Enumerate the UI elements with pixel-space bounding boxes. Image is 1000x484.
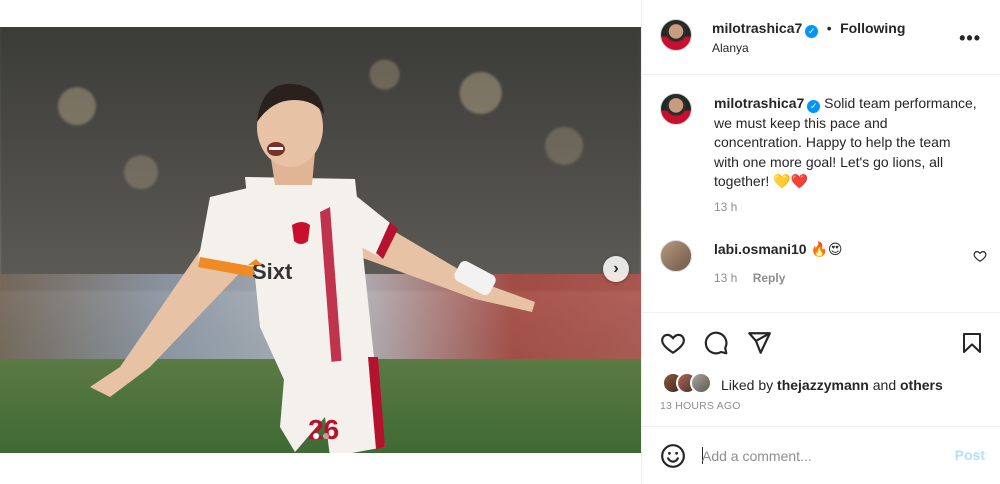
carousel-dot [312, 433, 319, 439]
post-header: milotrashica7 ✓ • Following Alanya ••• [642, 0, 1000, 75]
verified-badge-icon: ✓ [807, 100, 821, 113]
comment-time: 13 h [714, 271, 738, 285]
carousel-dot [322, 433, 329, 439]
carousel-indicator [0, 433, 641, 439]
instagram-post-modal: Sixt 26 › milotrashica7 ✓ • Following Al… [0, 0, 1000, 484]
add-comment-bar: Post [642, 426, 1000, 484]
comment-body: labi.osmani10 🔥😍 [714, 241, 843, 258]
celebrating-player: Sixt 26 [90, 83, 535, 453]
liker-avatar [690, 372, 712, 394]
separator-dot: • [826, 20, 832, 36]
post-location[interactable]: Alanya [712, 41, 749, 55]
like-heart-icon[interactable] [660, 330, 686, 356]
author-avatar[interactable] [660, 19, 692, 51]
post-side-panel: milotrashica7 ✓ • Following Alanya ••• mi… [641, 0, 1000, 484]
author-username[interactable]: milotrashica7 [712, 20, 802, 36]
post-photo[interactable]: Sixt 26 › [0, 27, 641, 453]
comment-meta: 13 h Reply [714, 271, 785, 285]
following-button[interactable]: Following [840, 20, 905, 36]
reply-button[interactable]: Reply [753, 271, 786, 285]
comment-like-heart-icon[interactable] [973, 249, 987, 263]
author-line: milotrashica7 ✓ • Following [712, 20, 905, 38]
commenter-avatar[interactable] [660, 240, 692, 272]
comment-username[interactable]: labi.osmani10 [714, 241, 807, 257]
comment-input[interactable] [702, 445, 932, 467]
save-bookmark-icon[interactable] [960, 330, 984, 356]
caption-author-avatar[interactable] [660, 93, 692, 125]
share-paper-plane-icon[interactable] [746, 330, 772, 356]
caption: milotrashica7 ✓ Solid team performance, w… [714, 94, 979, 192]
carousel-next-button[interactable]: › [603, 256, 629, 282]
caption-author-username[interactable]: milotrashica7 [714, 95, 804, 111]
emoji-smiley-icon[interactable] [660, 443, 686, 469]
svg-text:26: 26 [308, 414, 339, 445]
verified-badge-icon: ✓ [805, 25, 819, 38]
comment-bubble-icon[interactable] [703, 330, 729, 356]
post-time-ago[interactable]: 13 HOURS AGO [660, 400, 741, 412]
caption-time: 13 h [714, 200, 738, 214]
liked-by-avatars [662, 372, 718, 396]
post-comment-button[interactable]: Post [955, 447, 985, 463]
more-options-icon[interactable]: ••• [959, 28, 981, 49]
liked-by-prefix: Liked by [721, 377, 774, 393]
comments-section: milotrashica7 ✓ Solid team performance, w… [642, 76, 1000, 312]
liked-by-others[interactable]: others [900, 377, 943, 393]
comment-text: 🔥😍 [810, 241, 843, 257]
liked-by-text: Liked by thejazzymann and others [721, 377, 943, 393]
liked-by-user[interactable]: thejazzymann [777, 377, 869, 393]
liked-by-and: and [872, 377, 897, 393]
chevron-right-icon: › [613, 260, 619, 277]
